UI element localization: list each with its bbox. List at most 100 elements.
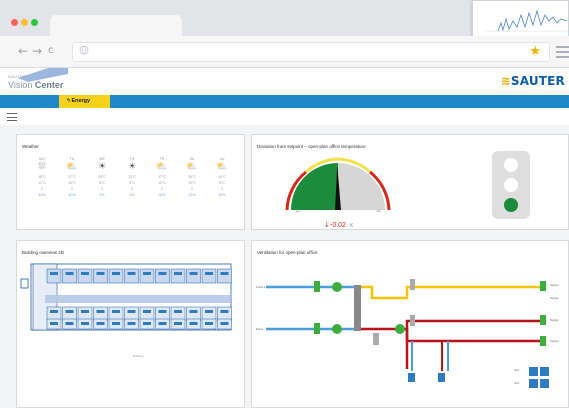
room-sensor-tag	[205, 310, 213, 313]
outlet-label: Supply	[550, 339, 559, 343]
room-sensor-tag	[189, 322, 198, 325]
building-footer-label: Building	[133, 354, 144, 358]
room-unit-icon	[540, 379, 549, 388]
building-room	[62, 268, 77, 284]
panel-title: Building overview 2D	[22, 250, 65, 255]
room-sensor-tag	[50, 310, 58, 313]
building-room	[186, 268, 201, 284]
room-sensor-tag	[174, 322, 182, 325]
room-sensor-tag	[112, 272, 120, 275]
room-sensor-tag	[96, 310, 105, 313]
building-room	[77, 268, 93, 284]
building-room	[93, 268, 108, 284]
room-unit-icon	[540, 367, 549, 376]
outlet-label: Supply	[550, 318, 559, 322]
outlet-damper	[540, 315, 546, 325]
weather-day: FR ⛅ 17°C 10°C 0 30%	[151, 157, 173, 198]
room-unit-icon	[529, 379, 538, 388]
building-room	[217, 268, 232, 284]
browser-tab[interactable]	[50, 15, 182, 36]
window-minimize-button[interactable]	[21, 19, 28, 26]
building-floorplan: Building	[20, 263, 232, 358]
weather-day: MO ⛆ 18°C 11°C 0 40%	[31, 157, 53, 198]
heat-exchanger	[354, 285, 361, 331]
room-unit-icon	[529, 367, 538, 376]
building-panel: Building overview 2D Building	[16, 240, 245, 408]
deviation-gauge: -10 10 ↓ -0.02 K	[285, 151, 530, 229]
room-sensor-tag	[127, 310, 136, 313]
building-room	[170, 268, 186, 284]
sun-cloud-icon: ⛅	[66, 162, 78, 172]
building-room	[124, 268, 139, 284]
weather-rain: 40%	[68, 193, 76, 197]
inlet-label-bottom: Exh ▸	[256, 327, 264, 331]
room-sensor-tag	[65, 322, 74, 325]
back-arrow-icon[interactable]: ←	[18, 44, 28, 58]
room-sensor-tag	[65, 310, 74, 313]
weather-rain: 40%	[38, 193, 46, 197]
weather-rain: 30%	[158, 193, 166, 197]
overlay-thumbnail	[472, 0, 569, 38]
sun-cloud-icon: ⛅	[156, 162, 168, 172]
gauge-unit: K	[350, 223, 354, 229]
room-sensor-tag	[220, 310, 229, 313]
window-maximize-button[interactable]	[31, 19, 38, 26]
reload-icon[interactable]: c	[48, 45, 54, 56]
status-label: Vent	[514, 381, 519, 385]
deviation-panel: Deviation from setpoint – open-plan offi…	[251, 134, 569, 230]
room-sensor-tag	[127, 272, 136, 275]
url-bar[interactable]: ★	[72, 42, 550, 62]
sidebar-toggle-icon[interactable]	[7, 113, 17, 124]
main-navbar: ϟ Energy	[0, 95, 569, 108]
gauge-min-label: -10	[294, 208, 301, 213]
room-sensor-tag	[96, 272, 105, 275]
room-sensor-tag	[50, 272, 58, 275]
window-close-button[interactable]	[11, 19, 18, 26]
weather-panel: Weather MO ⛆ 18°C 11°C 0 40% TU ⛅ 17°C 10°C 0 40% WE…	[16, 134, 245, 230]
gauge-green-fill	[291, 163, 338, 210]
traffic-light-yellow	[504, 178, 518, 192]
pump-icon	[408, 373, 415, 382]
room-sensor-tag	[205, 322, 213, 325]
room-sensor-tag	[112, 322, 120, 325]
room-sensor-tag	[158, 310, 167, 313]
product-name: Vision Center	[8, 80, 64, 90]
gauge-value: -0.02	[330, 222, 346, 229]
app-header: SAUTER Vision Center ≋SAUTER	[0, 68, 569, 95]
room-sensor-tag	[96, 322, 105, 325]
weather-day: SA ⛅ 18°C 10°C 0 20%	[181, 157, 203, 198]
traffic-light-red	[504, 158, 518, 172]
browser-menu-icon[interactable]	[556, 46, 569, 61]
nav-tab-energy[interactable]: ϟ Energy	[59, 95, 110, 108]
inlet-label-top: Fresh ▸	[256, 285, 266, 289]
bookmark-star-icon[interactable]: ★	[529, 44, 541, 59]
globe-icon	[79, 45, 89, 55]
traffic-light-green	[504, 198, 518, 212]
fan-icon	[332, 324, 342, 334]
fan-icon	[395, 324, 405, 334]
cloud-rain-icon: ⛆	[38, 162, 46, 172]
outlet-damper	[540, 281, 546, 291]
filter-icon	[410, 315, 415, 326]
forward-arrow-icon[interactable]: →	[32, 44, 42, 58]
room-sensor-tag	[158, 322, 167, 325]
gauge-max-label: 10	[376, 208, 381, 213]
thumbnail-chart	[485, 9, 568, 32]
small-logo: SAUTER	[8, 74, 27, 79]
gauge-grey-fill	[338, 163, 385, 210]
weather-rain: 0%	[129, 193, 135, 197]
room-sensor-tag	[189, 272, 198, 275]
building-room	[139, 268, 155, 284]
sun-icon: ☀	[97, 162, 107, 172]
outlet-damper	[540, 336, 546, 346]
ventilation-schematic: Fresh ▸ Exh ▸ Supply Supply Supply Suppl…	[256, 279, 559, 388]
room-sensor-tag	[189, 310, 198, 313]
weather-day: WE ☀ 20°C 8°C 0 5%	[91, 157, 113, 198]
status-label: Vent	[514, 368, 519, 372]
sun-cloud-icon: ⛅	[186, 162, 198, 172]
weather-day: TH ☀ 22°C 9°C 0 0%	[121, 157, 143, 198]
room-sensor-tag	[143, 272, 151, 275]
room-sensor-tag	[174, 310, 182, 313]
room-sensor-tag	[220, 272, 229, 275]
room-sensor-tag	[112, 310, 120, 313]
